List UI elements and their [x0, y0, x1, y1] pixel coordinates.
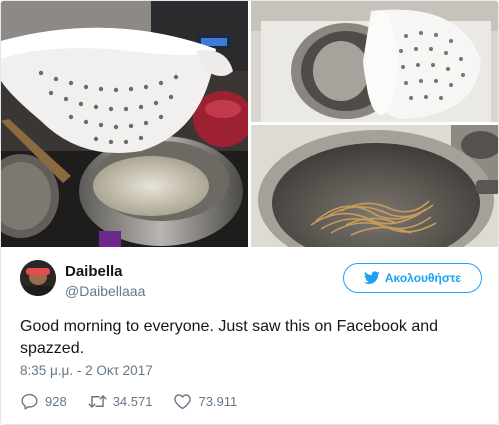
photo-spaghetti-in-pot[interactable]	[251, 125, 498, 247]
heart-icon	[174, 393, 192, 409]
retweet-button[interactable]: 34.571	[88, 393, 153, 410]
tweet-actions: 928 34.571 73.911	[20, 391, 258, 411]
like-count: 73.911	[198, 393, 238, 409]
tweet-card: Daibella @Daibellaaa Ακολουθήστε Good mo…	[0, 0, 499, 425]
twitter-bird-icon	[363, 271, 380, 284]
tweet-text: Good morning to everyone. Just saw this …	[20, 318, 439, 357]
retweet-icon	[88, 394, 107, 408]
tweet-timestamp[interactable]: 8:35 μ.μ. - 2 Οκτ 2017	[20, 363, 153, 378]
user-display-name[interactable]: Daibella	[65, 263, 123, 280]
retweet-count: 34.571	[112, 393, 153, 409]
reply-button[interactable]: 928	[20, 393, 67, 410]
avatar[interactable]	[20, 260, 56, 296]
like-button[interactable]: 73.911	[173, 393, 237, 410]
media-grid	[1, 1, 498, 247]
user-handle[interactable]: @Daibellaaa	[65, 283, 145, 299]
photo-colander-over-pot[interactable]	[1, 1, 248, 247]
reply-count: 928	[45, 393, 67, 409]
reply-icon	[21, 393, 38, 410]
follow-button-label: Ακολουθήστε	[384, 271, 462, 285]
photo-colander-in-sink[interactable]	[251, 1, 498, 122]
follow-button[interactable]: Ακολουθήστε	[343, 263, 482, 293]
